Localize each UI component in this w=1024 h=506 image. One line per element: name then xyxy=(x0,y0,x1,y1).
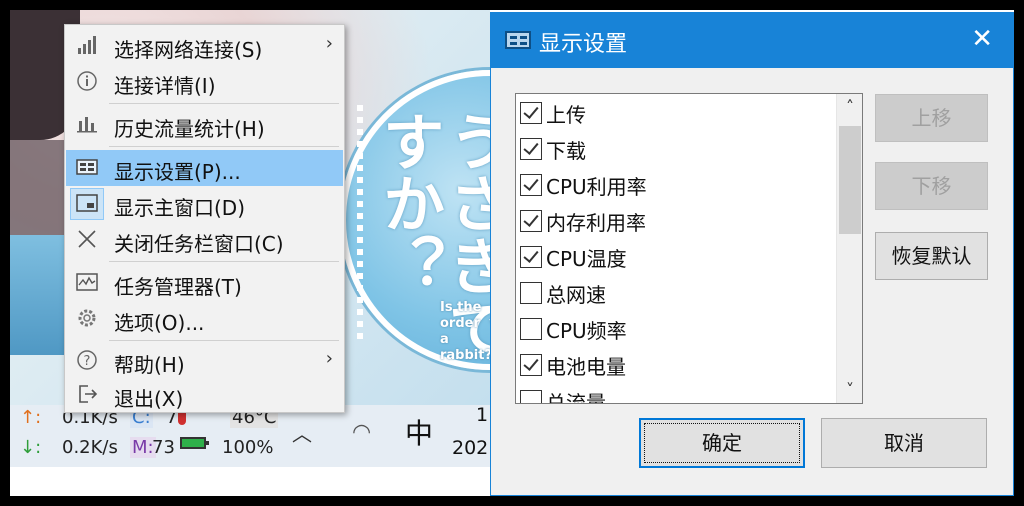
menu-item-label: 任务管理器(T) xyxy=(114,275,242,299)
submenu-arrow-icon: › xyxy=(325,348,333,369)
menu-item-label: 关闭任务栏窗口(C) xyxy=(114,232,284,256)
window-icon xyxy=(74,192,100,216)
clock-date[interactable]: 202 xyxy=(452,437,488,459)
menu-item-label: 选项(O)... xyxy=(114,311,205,335)
list-item-label: CPU温度 xyxy=(546,247,627,271)
checkbox[interactable] xyxy=(520,138,542,160)
info-icon xyxy=(74,70,100,94)
list-item[interactable]: 总流量 xyxy=(520,384,830,404)
menu-item-history-traffic[interactable]: 历史流量统计(H) xyxy=(66,107,343,143)
menu-item-close-taskbar-window[interactable]: 关闭任务栏窗口(C) xyxy=(66,222,343,258)
exit-icon xyxy=(74,383,100,407)
scroll-down-icon[interactable]: ˅ xyxy=(837,377,862,403)
battery-value: 100% xyxy=(222,437,274,458)
task-manager-icon xyxy=(74,271,100,295)
menu-item-label: 帮助(H) xyxy=(114,353,185,377)
list-item-label: 上传 xyxy=(546,103,586,127)
menu-item-label: 连接详情(I) xyxy=(114,74,216,98)
submenu-arrow-icon: › xyxy=(325,33,333,54)
menu-item-label: 显示主窗口(D) xyxy=(114,196,246,220)
wallpaper-english-text: Is the order a rabbit? xyxy=(440,300,490,364)
menu-separator xyxy=(109,340,339,341)
close-icon xyxy=(74,228,100,252)
list-item-label: 下载 xyxy=(546,139,586,163)
checkbox[interactable] xyxy=(520,390,542,403)
checkbox[interactable] xyxy=(520,210,542,232)
upload-arrow-icon: ↑: xyxy=(20,407,42,428)
list-item[interactable]: 内存利用率 xyxy=(520,204,830,238)
ime-indicator[interactable]: 中 xyxy=(405,412,433,452)
scrollbar-thumb[interactable] xyxy=(839,126,861,234)
checkbox[interactable] xyxy=(520,282,542,304)
gear-icon xyxy=(74,307,100,331)
list-item[interactable]: 总网速 xyxy=(520,276,830,310)
menu-item-label: 退出(X) xyxy=(114,387,184,411)
list-item-label: CPU频率 xyxy=(546,319,627,343)
svg-text:?: ? xyxy=(84,354,91,369)
menu-separator xyxy=(109,146,339,147)
list-item-label: CPU利用率 xyxy=(546,175,647,199)
list-item[interactable]: CPU频率 xyxy=(520,312,830,346)
checkbox[interactable] xyxy=(520,102,542,124)
clock-time[interactable]: 1 xyxy=(476,404,488,426)
menu-item-help[interactable]: ? 帮助(H) › xyxy=(66,343,343,379)
download-speed: 0.2K/s xyxy=(62,437,118,458)
scroll-up-icon[interactable]: ˄ xyxy=(837,94,862,120)
wallpaper-en-line: order xyxy=(440,316,480,331)
list-item[interactable]: 下载 xyxy=(520,132,830,166)
wifi-icon[interactable]: ◠ xyxy=(352,420,371,445)
help-icon: ? xyxy=(74,349,100,373)
cancel-button[interactable]: 取消 xyxy=(821,418,987,468)
download-arrow-icon: ↓: xyxy=(20,437,42,458)
dialog-title-bar[interactable]: 显示设置 ✕ xyxy=(491,13,1013,68)
menu-item-options[interactable]: 选项(O)... xyxy=(66,301,343,337)
battery-icon xyxy=(180,437,209,449)
menu-item-connection-details[interactable]: 连接详情(I) xyxy=(66,64,343,100)
wallpaper-en-line: a rabbit? xyxy=(440,332,490,363)
menu-separator xyxy=(109,261,339,262)
context-menu: 选择网络连接(S) › 连接详情(I) 历史流量统计(H) 显示设置(P)...… xyxy=(64,24,345,413)
list-item-label: 内存利用率 xyxy=(546,211,646,235)
menu-item-task-manager[interactable]: 任务管理器(T) xyxy=(66,265,343,301)
list-scrollbar[interactable]: ˄ ˅ xyxy=(836,94,862,403)
display-items-list[interactable]: 上传 下载 CPU利用率 内存利用率 CPU温度 总网速 CPU频率 电池电量 xyxy=(515,93,863,404)
bar-chart-icon xyxy=(74,113,100,137)
wallpaper-en-line: Is the xyxy=(440,300,482,315)
signal-bars-icon xyxy=(74,34,100,58)
restore-default-button[interactable]: 恢复默认 xyxy=(875,232,988,280)
wallpaper-dark-shape-2 xyxy=(10,140,65,250)
menu-item-label: 历史流量统计(H) xyxy=(114,117,265,141)
menu-item-exit[interactable]: 退出(X) xyxy=(66,377,343,413)
tray-expand-chevron-icon[interactable]: ︿ xyxy=(292,418,312,447)
close-icon[interactable]: ✕ xyxy=(971,24,993,54)
move-up-button[interactable]: 上移 xyxy=(875,94,988,142)
menu-item-label: 显示设置(P)... xyxy=(114,160,241,184)
list-item[interactable]: CPU温度 xyxy=(520,240,830,274)
dialog-title: 显示设置 xyxy=(539,32,628,57)
list-item[interactable]: 电池电量 xyxy=(520,348,830,382)
checkbox[interactable] xyxy=(520,174,542,196)
checkbox[interactable] xyxy=(520,318,542,340)
menu-item-show-main-window[interactable]: 显示主窗口(D) xyxy=(66,186,343,222)
display-settings-icon xyxy=(505,31,531,49)
memory-value: 73 xyxy=(152,437,175,458)
display-settings-icon xyxy=(74,156,100,180)
menu-item-label: 选择网络连接(S) xyxy=(114,38,263,62)
ok-button-label: 确定 xyxy=(702,431,742,455)
list-item[interactable]: CPU利用率 xyxy=(520,168,830,202)
list-item-label: 总网速 xyxy=(546,283,606,307)
list-item[interactable]: 上传 xyxy=(520,96,830,130)
wallpaper-chain xyxy=(357,105,363,345)
menu-item-select-network[interactable]: 选择网络连接(S) › xyxy=(66,28,343,64)
ok-button[interactable]: 确定 xyxy=(639,418,805,468)
list-item-label: 电池电量 xyxy=(546,355,626,379)
checkbox[interactable] xyxy=(520,354,542,376)
menu-item-display-settings[interactable]: 显示设置(P)... xyxy=(66,150,343,186)
move-down-button[interactable]: 下移 xyxy=(875,162,988,210)
display-settings-dialog: 显示设置 ✕ 上传 下载 CPU利用率 内存利用率 CPU温度 总网速 CPU频… xyxy=(490,12,1014,496)
list-item-label: 总流量 xyxy=(546,391,606,404)
checkbox[interactable] xyxy=(520,246,542,268)
menu-separator xyxy=(109,103,339,104)
